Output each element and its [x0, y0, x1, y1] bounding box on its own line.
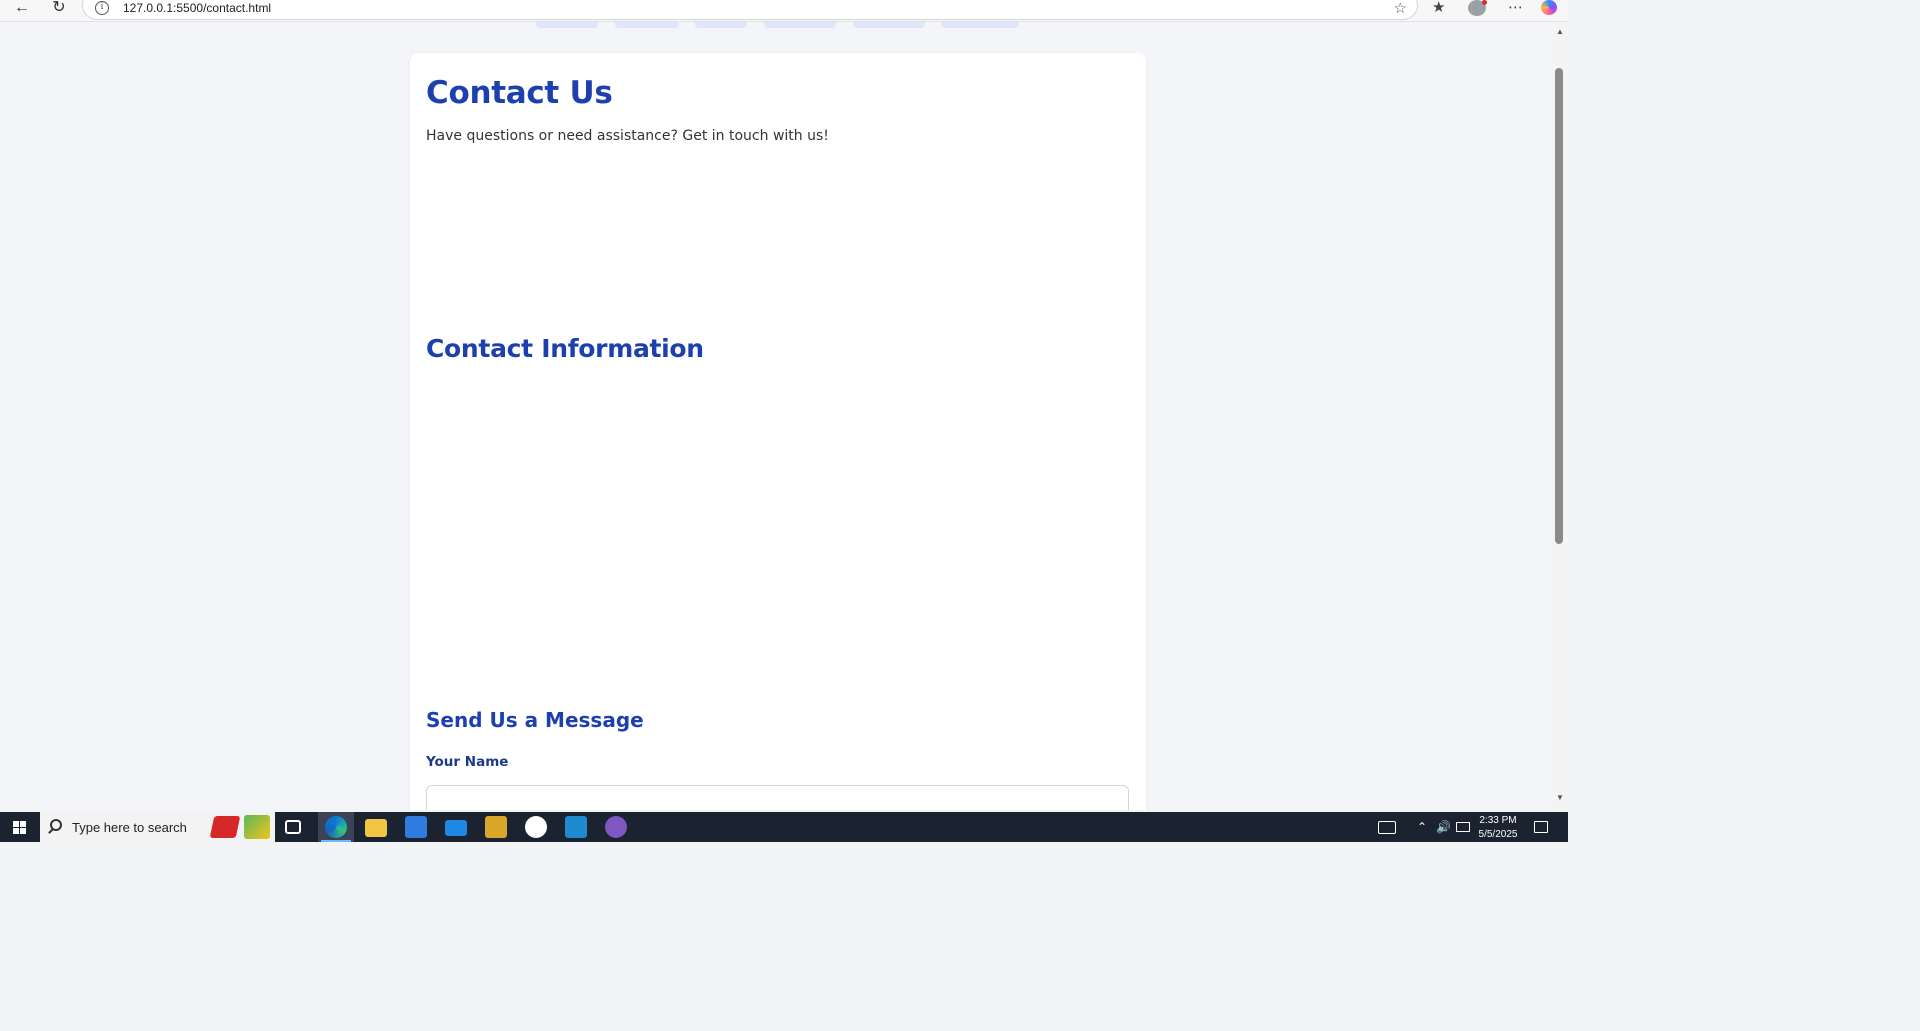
github-desktop-icon[interactable] [605, 816, 627, 838]
task-view-icon[interactable] [285, 820, 301, 834]
scroll-down-arrow-icon[interactable]: ▼ [1554, 792, 1566, 804]
nav-pill-3[interactable] [695, 22, 747, 28]
nav-menu [2, 22, 1552, 28]
search-icon [50, 819, 62, 831]
more-menu-icon[interactable]: ⋯ [1508, 0, 1523, 16]
mail-icon[interactable] [445, 820, 467, 836]
app-icon-5[interactable] [485, 816, 507, 838]
active-indicator [321, 840, 351, 842]
reload-icon[interactable]: ↻ [47, 0, 71, 18]
nav-pill-1[interactable] [536, 22, 598, 28]
chevron-up-icon[interactable]: ⌃ [1417, 820, 1427, 834]
name-label: Your Name [426, 754, 509, 770]
vertical-scrollbar[interactable]: ▲ ▼ [1552, 22, 1568, 810]
nav-pill-4[interactable] [764, 22, 836, 28]
contact-info-heading: Contact Information [426, 334, 704, 363]
message-heading: Send Us a Message [426, 708, 644, 732]
nav-pill-5[interactable] [853, 22, 925, 28]
name-input[interactable] [426, 785, 1129, 810]
address-url: 127.0.0.1:5500/contact.html [123, 1, 272, 15]
page-subtitle: Have questions or need assistance? Get i… [426, 128, 829, 144]
vscode-icon[interactable] [565, 816, 587, 838]
search-highlight-icon [209, 816, 241, 838]
app-icon-6[interactable] [525, 816, 547, 838]
page-title: Contact Us [426, 75, 613, 111]
edge-browser-icon[interactable] [325, 816, 347, 838]
store-icon[interactable] [405, 816, 427, 838]
search-highlight-icon-2 [244, 815, 270, 839]
windows-logo-icon [13, 821, 26, 834]
clock-time[interactable]: 2:33 PM [1476, 815, 1520, 827]
notifications-icon[interactable] [1534, 821, 1548, 833]
keyboard-icon[interactable] [1378, 821, 1396, 834]
windows-taskbar: Type here to search ⌃ 🔊 2:33 PM 5/5/2025 [0, 812, 1568, 842]
nav-pill-6[interactable] [941, 22, 1019, 28]
search-placeholder: Type here to search [72, 820, 187, 835]
favorites-icon[interactable]: ★ [1432, 0, 1445, 16]
scroll-up-arrow-icon[interactable]: ▲ [1554, 26, 1566, 38]
speaker-icon[interactable]: 🔊 [1436, 820, 1451, 834]
copilot-icon[interactable] [1541, 0, 1557, 15]
clock-date[interactable]: 5/5/2025 [1476, 829, 1520, 841]
address-bar[interactable]: i 127.0.0.1:5500/contact.html ☆ [82, 0, 1418, 20]
page-viewport: Contact Us Have questions or need assist… [2, 22, 1552, 810]
back-arrow-icon[interactable]: ← [10, 0, 34, 18]
browser-toolbar: ← ↻ i 127.0.0.1:5500/contact.html ☆ ★ ⋯ [0, 0, 1568, 22]
network-icon[interactable] [1456, 822, 1470, 832]
taskbar-search[interactable]: Type here to search [40, 812, 275, 842]
contact-card: Contact Us Have questions or need assist… [410, 53, 1146, 810]
site-info-icon[interactable]: i [95, 1, 109, 15]
nav-pill-2[interactable] [615, 22, 679, 28]
start-button[interactable] [0, 812, 40, 842]
favorite-star-icon[interactable]: ☆ [1394, 0, 1407, 17]
file-explorer-icon[interactable] [365, 819, 387, 837]
profile-notification-dot [1482, 0, 1487, 5]
scroll-thumb[interactable] [1555, 68, 1563, 544]
